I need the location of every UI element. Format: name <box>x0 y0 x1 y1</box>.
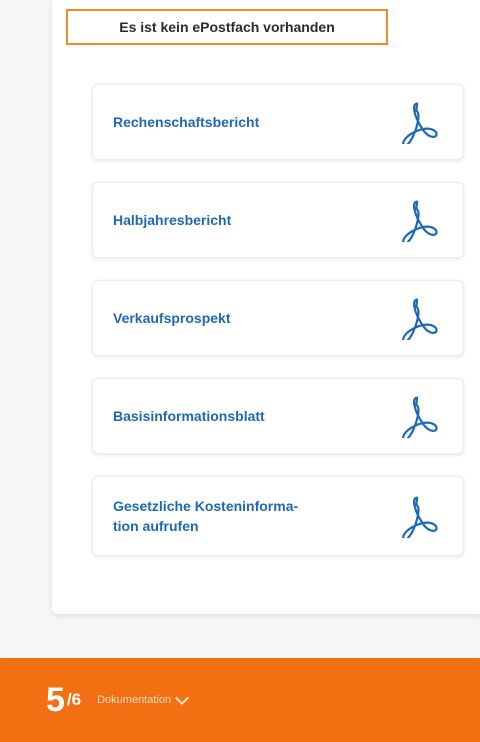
pdf-icon <box>395 392 443 440</box>
document-item-verkaufsprospekt[interactable]: Verkaufsprospekt <box>92 280 464 356</box>
document-label: Verkaufsprospekt <box>113 310 231 326</box>
document-list: Rechenschaftsbericht Halbjahresbericht V… <box>92 84 464 578</box>
document-label: Halbjahresbericht <box>113 212 232 228</box>
step-dropdown-label[interactable]: Dokumentation <box>97 694 171 706</box>
document-item-halbjahresbericht[interactable]: Halbjahresbericht <box>92 182 464 258</box>
progress-bar: 5 /6 Dokumentation <box>0 658 480 742</box>
document-item-kosteninformation[interactable]: Gesetzliche Kosteninforma- tion aufrufen <box>92 476 464 556</box>
step-total: /6 <box>66 690 82 709</box>
document-label: Gesetzliche Kosteninforma- tion aufrufen <box>113 498 299 534</box>
document-label: Basisinformationsblatt <box>113 408 265 424</box>
document-item-basisinformationsblatt[interactable]: Basisinformationsblatt <box>92 378 464 454</box>
document-item-rechenschaftsbericht[interactable]: Rechenschaftsbericht <box>92 84 464 160</box>
pdf-icon <box>395 98 443 146</box>
pdf-icon <box>395 196 443 244</box>
pdf-icon <box>395 294 443 342</box>
notice-text: Es ist kein ePostfach vorhanden <box>119 19 335 35</box>
no-epostfach-notice: Es ist kein ePostfach vorhanden <box>66 9 388 45</box>
pdf-icon <box>395 492 443 540</box>
chevron-down-icon[interactable] <box>175 690 190 706</box>
document-label: Rechenschaftsbericht <box>113 114 260 130</box>
step-current: 5 <box>46 681 65 719</box>
